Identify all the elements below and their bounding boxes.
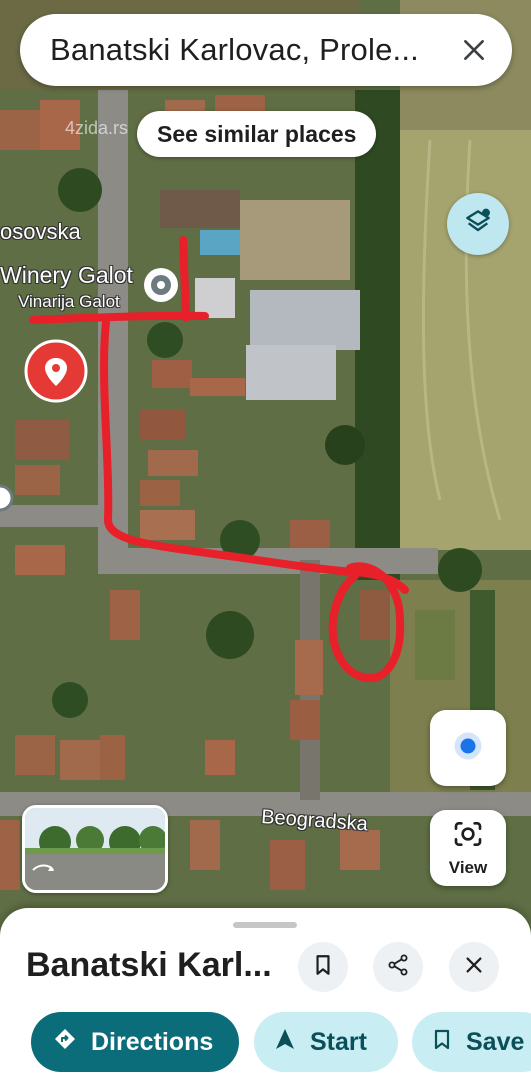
layers-icon — [462, 206, 494, 243]
share-button[interactable] — [373, 942, 423, 992]
search-query[interactable]: Banatski Karlovac, Prole... — [50, 32, 454, 68]
close-icon — [463, 954, 485, 981]
map-label-street-top: osovska — [0, 219, 81, 244]
view-button[interactable]: View — [430, 810, 506, 886]
save-button[interactable]: Save — [412, 1012, 531, 1072]
close-sheet-button[interactable] — [449, 942, 499, 992]
save-label: Save — [466, 1027, 525, 1056]
my-location-button[interactable] — [430, 710, 506, 786]
drag-handle[interactable] — [233, 922, 297, 928]
place-title: Banatski Karl... — [26, 946, 272, 984]
directions-label: Directions — [91, 1027, 214, 1056]
map-label-winery[interactable]: Winery Galot — [0, 262, 133, 289]
watermark: 4zida.rs — [65, 118, 129, 138]
close-icon[interactable] — [454, 30, 494, 70]
save-place-button[interactable] — [298, 942, 348, 992]
bookmark-icon — [432, 1027, 452, 1058]
street-view-thumbnail[interactable] — [22, 805, 168, 893]
see-similar-places-chip[interactable]: See similar places — [137, 111, 377, 157]
navigation-arrow-icon — [274, 1027, 296, 1058]
my-location-icon — [450, 728, 486, 769]
view-label: View — [448, 857, 488, 877]
search-bar[interactable]: Banatski Karlovac, Prole... — [20, 14, 512, 86]
map-label-winery-local[interactable]: Vinarija Galot — [18, 292, 120, 312]
place-bottom-sheet[interactable]: Banatski Karl... Directions Start Save — [0, 908, 531, 1080]
start-button[interactable]: Start — [254, 1012, 398, 1072]
directions-icon — [53, 1027, 77, 1058]
bookmark-icon — [312, 953, 334, 982]
directions-button[interactable]: Directions — [31, 1012, 239, 1072]
share-icon — [386, 953, 410, 982]
layers-button[interactable] — [447, 193, 509, 255]
camera-icon — [452, 819, 484, 854]
start-label: Start — [310, 1027, 367, 1056]
